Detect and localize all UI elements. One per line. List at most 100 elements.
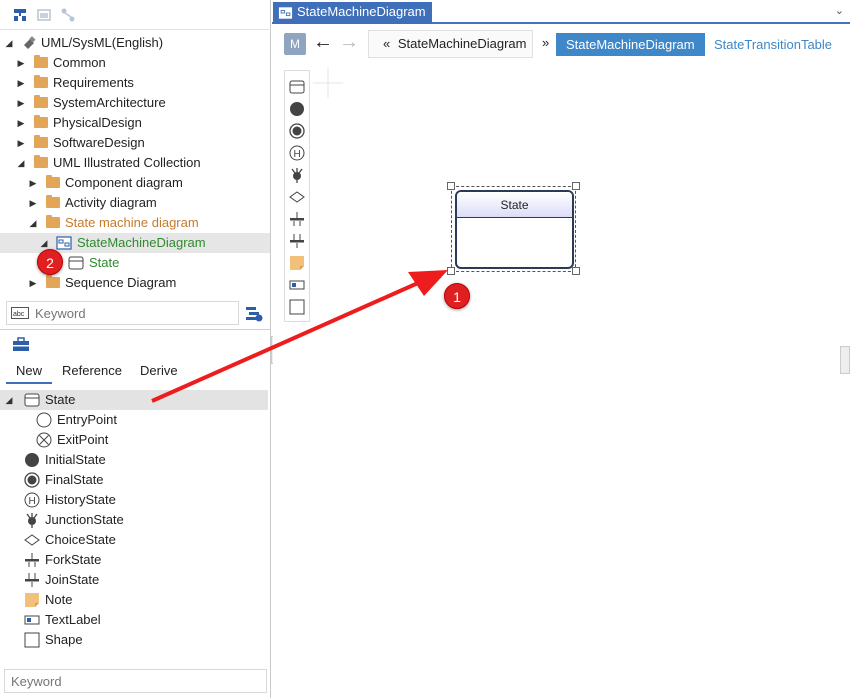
- tree-item-sequence-diagram[interactable]: ▶ Sequence Diagram: [0, 273, 270, 293]
- forward-arrow-icon[interactable]: →: [339, 31, 359, 54]
- text-label-icon[interactable]: [289, 277, 305, 293]
- palette-item-shape[interactable]: Shape: [0, 630, 268, 650]
- model-button[interactable]: M: [284, 33, 306, 55]
- palette-item-exit-point[interactable]: ExitPoint: [0, 430, 268, 450]
- tab-reference[interactable]: Reference: [62, 362, 122, 384]
- expand-arrow-icon[interactable]: ▶: [16, 133, 26, 153]
- svg-text:abc: abc: [13, 311, 25, 318]
- history-state-icon[interactable]: H: [289, 145, 305, 161]
- resize-handle[interactable]: [572, 182, 580, 190]
- initial-state-icon[interactable]: [289, 101, 305, 117]
- expand-arrow-icon[interactable]: ▶: [16, 93, 26, 113]
- tab-derive[interactable]: Derive: [140, 362, 178, 384]
- text-label-icon: [24, 615, 40, 625]
- tree-root[interactable]: ◢ UML/SysML(English): [0, 33, 270, 53]
- folder-icon: [46, 175, 60, 188]
- palette-item-history-state[interactable]: H HistoryState: [0, 490, 268, 510]
- diagram-icon: [278, 7, 293, 19]
- folder-icon: [34, 155, 48, 168]
- tree-item-activity-diagram[interactable]: ▶ Activity diagram: [0, 193, 270, 213]
- right-panel-expand-handle[interactable]: [840, 346, 850, 374]
- collapse-arrow-icon[interactable]: ◢: [28, 213, 38, 233]
- collapse-arrow-icon[interactable]: ◢: [16, 153, 26, 173]
- tree-item-state-machine-diagram-folder[interactable]: ◢ State machine diagram: [0, 213, 270, 233]
- view-tab-state-transition-table[interactable]: StateTransitionTable: [714, 37, 832, 52]
- tree-item-label: SystemArchitecture: [53, 95, 166, 110]
- canvas-palette-strip: H: [284, 70, 310, 322]
- tree-item-requirements[interactable]: ▶ Requirements: [0, 73, 270, 93]
- final-state-icon[interactable]: [289, 123, 305, 139]
- state-node[interactable]: State: [455, 190, 574, 269]
- state-node-name[interactable]: State: [457, 192, 572, 218]
- filter-settings-icon[interactable]: [245, 305, 263, 322]
- tree-item-label: Activity diagram: [65, 195, 157, 210]
- palette-item-entry-point[interactable]: EntryPoint: [0, 410, 268, 430]
- palette-item-label: HistoryState: [45, 492, 116, 507]
- tree-item-label: Common: [53, 55, 106, 70]
- palette-item-label: ForkState: [45, 552, 102, 567]
- fork-state-icon[interactable]: [289, 211, 305, 227]
- tree-item-physical-design[interactable]: ▶ PhysicalDesign: [0, 113, 270, 133]
- tree-search-input[interactable]: [35, 305, 235, 321]
- palette-item-fork-state[interactable]: ForkState: [0, 550, 268, 570]
- tree-item-uml-illustrated-collection[interactable]: ◢ UML Illustrated Collection: [0, 153, 270, 173]
- shape-icon[interactable]: [289, 299, 305, 315]
- diagram-canvas[interactable]: [273, 62, 850, 698]
- tree-root-label: UML/SysML(English): [41, 35, 164, 50]
- palette-item-state[interactable]: ◢ State: [0, 390, 268, 410]
- palette-item-text-label[interactable]: TextLabel: [0, 610, 268, 630]
- note-icon: [25, 593, 39, 607]
- tree-item-component-diagram[interactable]: ▶ Component diagram: [0, 173, 270, 193]
- tree-item-state-machine-diagram[interactable]: ◢ StateMachineDiagram: [0, 233, 270, 253]
- palette-item-note[interactable]: Note: [0, 590, 268, 610]
- choice-state-icon[interactable]: [289, 189, 305, 205]
- junction-state-icon[interactable]: [289, 167, 305, 183]
- breadcrumb[interactable]: « StateMachineDiagram: [368, 30, 533, 58]
- note-icon[interactable]: [289, 255, 305, 271]
- palette-item-final-state[interactable]: FinalState: [0, 470, 268, 490]
- package-view-icon[interactable]: [36, 7, 52, 23]
- tab-state-machine-diagram[interactable]: StateMachineDiagram: [273, 2, 432, 24]
- relation-view-icon[interactable]: [60, 7, 76, 23]
- expand-arrow-icon[interactable]: ▶: [28, 273, 38, 293]
- tree-item-system-architecture[interactable]: ▶ SystemArchitecture: [0, 93, 270, 113]
- collapse-arrow-icon[interactable]: ◢: [4, 33, 14, 53]
- palette-search-input[interactable]: [11, 673, 259, 689]
- tree-item-label: UML Illustrated Collection: [53, 155, 201, 170]
- tree-item-label: PhysicalDesign: [53, 115, 142, 130]
- palette-item-choice-state[interactable]: ChoiceState: [0, 530, 268, 550]
- folder-icon: [46, 215, 60, 228]
- breadcrumb-back-chevron: «: [383, 36, 391, 51]
- resize-handle[interactable]: [447, 267, 455, 275]
- state-icon[interactable]: [289, 79, 305, 95]
- panel-divider[interactable]: [0, 329, 271, 330]
- tree-item-common[interactable]: ▶ Common: [0, 53, 270, 73]
- filter-abc-icon[interactable]: abc: [11, 307, 29, 319]
- folder-icon: [34, 55, 48, 68]
- fork-state-icon: [25, 553, 39, 567]
- tab-new[interactable]: New: [6, 362, 52, 384]
- breadcrumb-forward-chevron[interactable]: »: [542, 35, 549, 50]
- tree-item-software-design[interactable]: ▶ SoftwareDesign: [0, 133, 270, 153]
- palette-item-initial-state[interactable]: InitialState: [0, 450, 268, 470]
- tab-menu-chevron-icon[interactable]: ⌄: [835, 4, 844, 17]
- view-tab-state-machine-diagram[interactable]: StateMachineDiagram: [556, 33, 705, 56]
- folder-icon: [46, 195, 60, 208]
- expand-arrow-icon[interactable]: ▶: [16, 113, 26, 133]
- palette-item-join-state[interactable]: JoinState: [0, 570, 268, 590]
- join-state-icon[interactable]: [289, 233, 305, 249]
- shape-icon: [24, 632, 40, 648]
- model-root-icon: [24, 36, 36, 49]
- expand-arrow-icon[interactable]: ▶: [28, 173, 38, 193]
- palette-item-junction-state[interactable]: JunctionState: [0, 510, 268, 530]
- expand-arrow-icon[interactable]: ▶: [28, 193, 38, 213]
- resize-handle[interactable]: [447, 182, 455, 190]
- expand-arrow-icon[interactable]: ▶: [16, 73, 26, 93]
- back-arrow-icon[interactable]: ←: [313, 31, 333, 54]
- hierarchy-icon[interactable]: [12, 7, 28, 23]
- tree-item-label: Sequence Diagram: [65, 275, 177, 290]
- expand-arrow-icon[interactable]: ▶: [16, 53, 26, 73]
- resize-handle[interactable]: [572, 267, 580, 275]
- tree-item-label: State: [89, 255, 120, 270]
- collapse-arrow-icon[interactable]: ◢: [4, 390, 14, 410]
